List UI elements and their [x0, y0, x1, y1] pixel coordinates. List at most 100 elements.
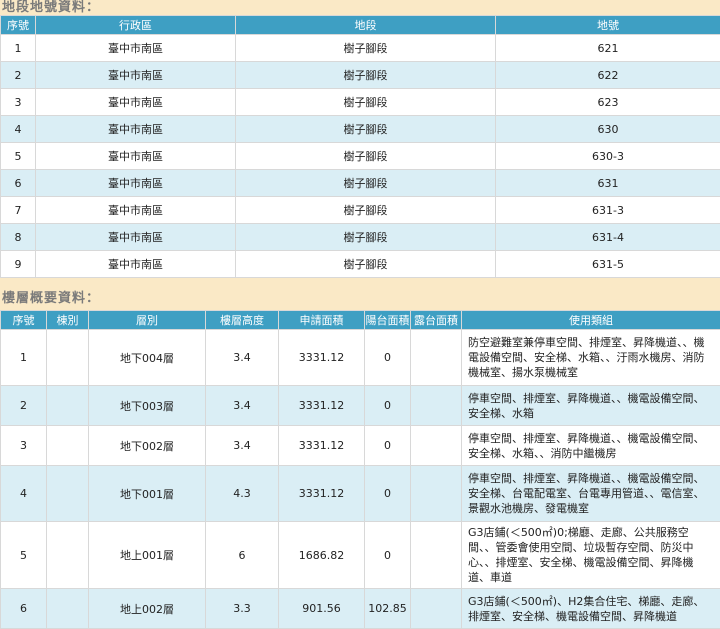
cell-floor: 地下001層: [89, 466, 206, 522]
col-header-district: 行政區: [36, 16, 236, 35]
floors-section-title: 樓層概要資料：: [0, 291, 720, 306]
cell-section: 樹子腳段: [236, 35, 496, 62]
cell-section: 樹子腳段: [236, 224, 496, 251]
col-header-floor-height: 樓層高度: [206, 311, 279, 330]
table-row: 9臺中市南區樹子腳段631-5: [1, 251, 720, 278]
land-table: 序號 行政區 地段 地號 1臺中市南區樹子腳段6212臺中市南區樹子腳段6223…: [0, 15, 720, 278]
table-row: 2地下003層3.43331.120停車空間、排煙室、昇降機道、、機電設備空間、…: [1, 386, 720, 426]
cell-terrace-area: [411, 386, 462, 426]
cell-floor-height: 4.3: [206, 466, 279, 522]
table-row: 4 地下001層4.33331.120 停車空間、排煙室、昇降機道、、機電設備空間、…: [1, 466, 720, 522]
cell-lot-number: 631-3: [496, 197, 720, 224]
cell-floor-height: 3.4: [206, 330, 279, 386]
cell-district: 臺中市南區: [36, 35, 236, 62]
cell-terrace-area: [411, 426, 462, 466]
table-row: 3臺中市南區樹子腳段623: [1, 89, 720, 116]
cell-balcony-area: 102.85: [365, 589, 411, 629]
table-row: 5地上001層61686.820G3店鋪(＜500㎡)0;梯廳、走廊、公共服務空…: [1, 522, 720, 589]
cell-section: 樹子腳段: [236, 197, 496, 224]
cell-terrace-area: [411, 466, 462, 522]
cell-floor: 地下002層: [89, 426, 206, 466]
cell-usage: G3店鋪(＜500㎡)0;梯廳、走廊、公共服務空間、、管委會使用空間、垃圾暫存空…: [462, 522, 720, 589]
cell-applied-area: 3331.12: [279, 466, 365, 522]
cell-district: 臺中市南區: [36, 143, 236, 170]
col-header-serial: 序號: [1, 16, 36, 35]
col-header-section: 地段: [236, 16, 496, 35]
cell-building: [47, 330, 89, 386]
table-row: 1地下004層3.43331.120防空避難室兼停車空間、排煙室、昇降機道、、機…: [1, 330, 720, 386]
cell-floor-height: 3.4: [206, 386, 279, 426]
col-header-building: 棟別: [47, 311, 89, 330]
land-header-row: 序號 行政區 地段 地號: [1, 16, 720, 35]
cell-section: 樹子腳段: [236, 89, 496, 116]
table-row: 5臺中市南區樹子腳段630-3: [1, 143, 720, 170]
cell-balcony-area: 0: [365, 522, 411, 589]
cell-applied-area: 3331.12: [279, 330, 365, 386]
cell-serial: 4: [1, 116, 36, 143]
land-section-title: 地段地號資料：: [0, 0, 720, 15]
cell-district: 臺中市南區: [36, 170, 236, 197]
cell-building: [47, 426, 89, 466]
cell-serial: 8: [1, 224, 36, 251]
col-header-balcony-area: 陽台面積: [365, 311, 411, 330]
cell-floor-height: 3.3: [206, 589, 279, 629]
cell-usage: 停車空間、排煙室、昇降機道、、機電設備空間、安全梯、水箱、、消防中繼機房: [462, 426, 720, 466]
cell-lot-number: 630: [496, 116, 720, 143]
cell-district: 臺中市南區: [36, 62, 236, 89]
cell-applied-area: 3331.12: [279, 426, 365, 466]
cell-section: 樹子腳段: [236, 251, 496, 278]
cell-lot-number: 623: [496, 89, 720, 116]
cell-serial: 1: [1, 35, 36, 62]
land-table-body: 1臺中市南區樹子腳段6212臺中市南區樹子腳段6223臺中市南區樹子腳段6234…: [1, 35, 720, 278]
cell-serial: 5: [1, 143, 36, 170]
cell-serial: 3: [1, 426, 47, 466]
cell-applied-area: 3331.12: [279, 386, 365, 426]
col-header-applied-area: 申請面積: [279, 311, 365, 330]
cell-floor: 地下004層: [89, 330, 206, 386]
table-row: 4臺中市南區樹子腳段630: [1, 116, 720, 143]
cell-balcony-area: 0: [365, 426, 411, 466]
cell-lot-number: 621: [496, 35, 720, 62]
cell-district: 臺中市南區: [36, 251, 236, 278]
cell-serial: 2: [1, 62, 36, 89]
col-header-lot-number: 地號: [496, 16, 720, 35]
table-row: 1臺中市南區樹子腳段621: [1, 35, 720, 62]
cell-serial: 3: [1, 89, 36, 116]
cell-lot-number: 631-5: [496, 251, 720, 278]
cell-building: [47, 589, 89, 629]
cell-serial: 5: [1, 522, 47, 589]
cell-district: 臺中市南區: [36, 116, 236, 143]
cell-lot-number: 630-3: [496, 143, 720, 170]
cell-serial: 7: [1, 197, 36, 224]
table-row: 6地上002層3.3901.56102.85G3店鋪(＜500㎡)、H2集合住宅…: [1, 589, 720, 629]
cell-district: 臺中市南區: [36, 89, 236, 116]
floor-header-row: 序號 棟別 層別 樓層高度 申請面積 陽台面積 露台面積 使用類組: [1, 311, 720, 330]
cell-balcony-area: 0: [365, 386, 411, 426]
cell-building: [47, 522, 89, 589]
floor-table: 序號 棟別 層別 樓層高度 申請面積 陽台面積 露台面積 使用類組 1地下004…: [0, 310, 720, 629]
cell-building: [47, 386, 89, 426]
cell-serial: 2: [1, 386, 47, 426]
table-row: 2臺中市南區樹子腳段622: [1, 62, 720, 89]
cell-terrace-area: [411, 522, 462, 589]
table-row: 3地下002層3.43331.120停車空間、排煙室、昇降機道、、機電設備空間、…: [1, 426, 720, 466]
col-header-usage: 使用類組: [462, 311, 720, 330]
cell-applied-area: 901.56: [279, 589, 365, 629]
floor-table-body: 1地下004層3.43331.120防空避難室兼停車空間、排煙室、昇降機道、、機…: [1, 330, 720, 629]
cell-floor: 地上001層: [89, 522, 206, 589]
cell-balcony-area: 0: [365, 466, 411, 522]
col-header-serial: 序號: [1, 311, 47, 330]
table-row: 8臺中市南區樹子腳段631-4: [1, 224, 720, 251]
cell-serial: 9: [1, 251, 36, 278]
cell-section: 樹子腳段: [236, 170, 496, 197]
cell-district: 臺中市南區: [36, 197, 236, 224]
cell-balcony-area: 0: [365, 330, 411, 386]
cell-section: 樹子腳段: [236, 116, 496, 143]
col-header-floor: 層別: [89, 311, 206, 330]
cell-district: 臺中市南區: [36, 224, 236, 251]
cell-lot-number: 631-4: [496, 224, 720, 251]
cell-terrace-area: [411, 330, 462, 386]
cell-serial: 4: [1, 466, 47, 522]
cell-lot-number: 622: [496, 62, 720, 89]
cell-usage: 停車空間、排煙室、昇降機道、、機電設備空間、安全梯、台電配電室、台電專用管道、、…: [462, 466, 720, 522]
